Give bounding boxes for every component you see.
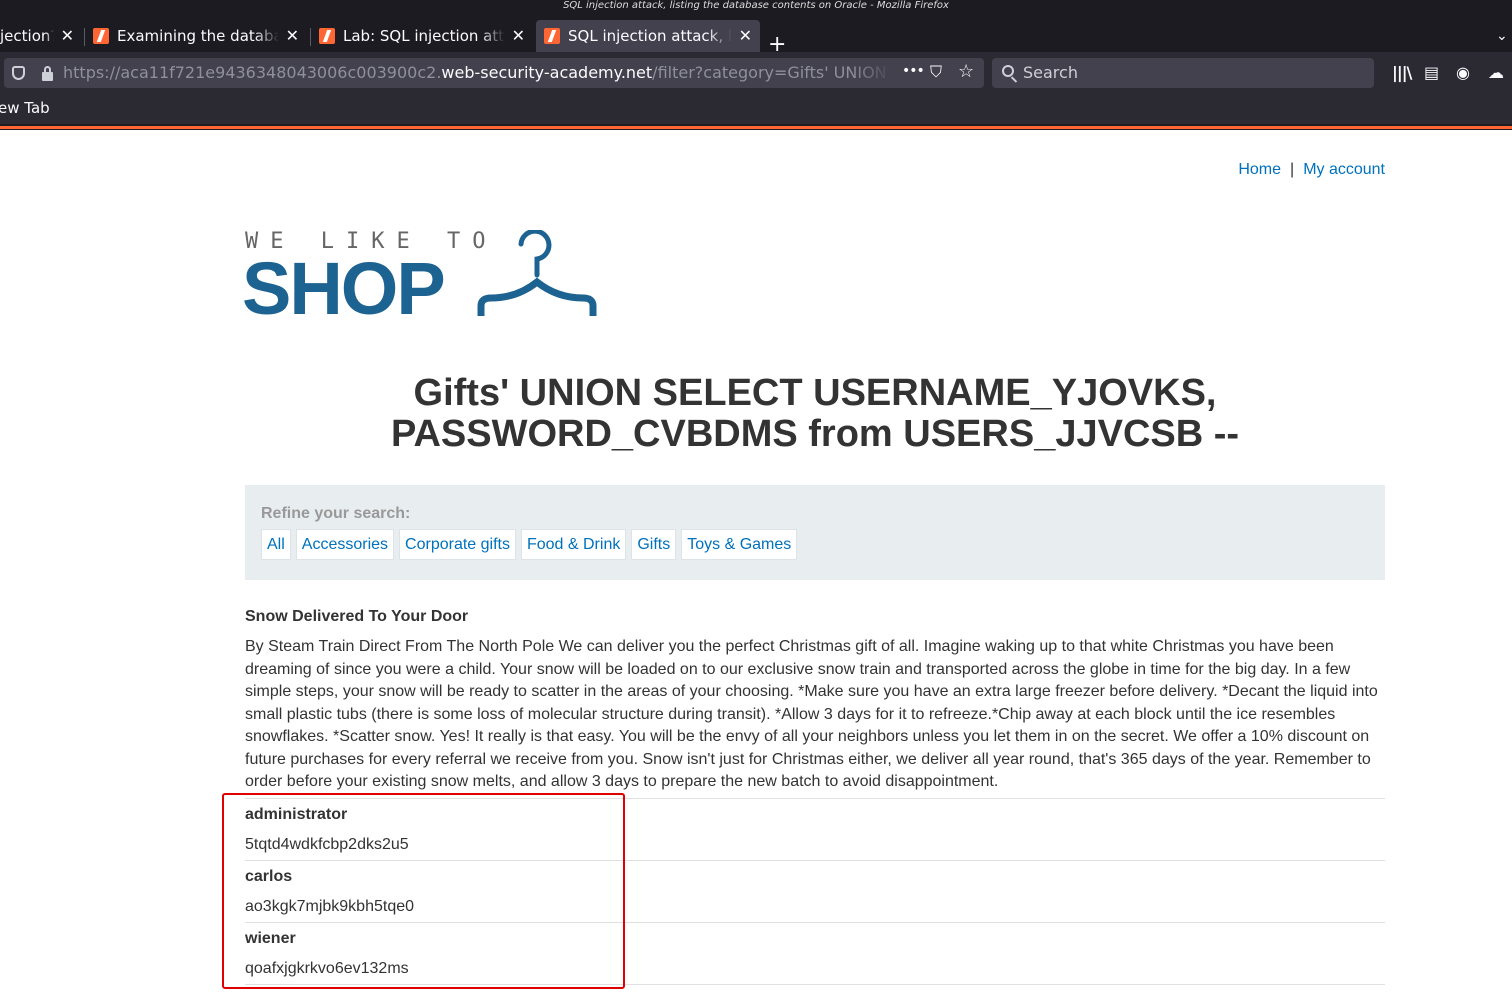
library-icon[interactable]: |||\ — [1392, 63, 1412, 83]
search-icon — [1002, 65, 1014, 77]
url-text[interactable]: https://aca11f721e9436348043006c003900c2… — [63, 58, 893, 88]
tab-label: Examining the databas — [117, 27, 279, 45]
bookmark-star-icon[interactable]: ☆ — [958, 62, 974, 82]
page-title: Gifts' UNION SELECT USERNAME_YJOVKS, PAS… — [390, 372, 1240, 455]
top-nav: Home | My account — [1238, 161, 1385, 179]
filter-toys-games[interactable]: Toys & Games — [681, 529, 798, 560]
pocket-icon[interactable]: ⛉ — [930, 62, 942, 82]
url-path: /filter?category=Gifts' UNION SELECT USE… — [652, 63, 893, 82]
url-bar[interactable]: https://aca11f721e9436348043006c003900c2… — [4, 58, 984, 88]
my-account-link[interactable]: My account — [1303, 161, 1385, 178]
tab-3-active[interactable]: SQL injection attack, lis ✕ — [536, 20, 760, 52]
tracking-shield-icon[interactable] — [12, 66, 25, 80]
window-title: SQL injection attack, listing the databa… — [0, 0, 1512, 14]
filter-gifts[interactable]: Gifts — [631, 529, 677, 560]
tab-label: Lab: SQL injection atta — [343, 27, 505, 45]
product-title: Snow Delivered To Your Door — [245, 608, 469, 625]
burp-favicon-icon — [93, 28, 109, 44]
page-actions-icon[interactable]: ••• — [902, 61, 925, 81]
burp-favicon-icon — [319, 28, 335, 44]
burp-favicon-icon — [544, 28, 560, 44]
tab-1[interactable]: Examining the databas ✕ — [85, 20, 307, 52]
logo-shop-text: SHOP — [242, 247, 446, 330]
tab-0[interactable]: jection? ✕ — [0, 20, 82, 52]
bookmark-new-tab[interactable]: ew Tab — [0, 94, 50, 122]
tab-strip: jection? ✕ Examining the databas ✕ Lab: … — [0, 14, 1512, 56]
tab-overflow-chevron-icon[interactable]: ⌄ — [1496, 26, 1508, 46]
product-row: Snow Delivered To Your Door By Steam Tra… — [245, 608, 1385, 798]
extension-icon[interactable]: ☁ — [1488, 63, 1504, 83]
product-description: By Steam Train Direct From The North Pol… — [245, 638, 1378, 790]
close-tab-icon[interactable]: ✕ — [739, 20, 752, 52]
highlight-annotation-box — [222, 793, 625, 989]
bookmarks-toolbar: ew Tab — [0, 94, 1512, 124]
tab-label: SQL injection attack, lis — [568, 27, 732, 45]
search-placeholder: Search — [1023, 63, 1078, 82]
close-tab-icon[interactable]: ✕ — [61, 20, 74, 52]
close-tab-icon[interactable]: ✕ — [286, 20, 299, 52]
tab-2[interactable]: Lab: SQL injection atta ✕ — [311, 20, 533, 52]
shop-logo[interactable]: WE LIKE TO SHOP — [242, 230, 605, 330]
filter-all[interactable]: All — [261, 529, 291, 560]
url-prefix: https://aca11f721e9436348043006c003900c2… — [63, 63, 442, 82]
nav-separator: | — [1290, 161, 1295, 178]
category-filters: All Accessories Corporate gifts Food & D… — [261, 529, 798, 560]
nav-bar: https://aca11f721e9436348043006c003900c2… — [0, 52, 1512, 94]
url-host: web-security-academy.net — [441, 63, 653, 82]
search-input[interactable]: Search — [992, 58, 1374, 88]
page-content: Home | My account WE LIKE TO SHOP Gifts' U… — [0, 130, 1512, 1004]
home-link[interactable]: Home — [1238, 161, 1281, 178]
filter-corporate-gifts[interactable]: Corporate gifts — [399, 529, 516, 560]
hanger-icon — [477, 230, 597, 316]
filter-food-drink[interactable]: Food & Drink — [520, 529, 627, 560]
account-icon[interactable]: ◉ — [1456, 63, 1470, 83]
filter-accessories[interactable]: Accessories — [295, 529, 395, 560]
lock-icon[interactable] — [42, 66, 53, 81]
sidebar-icon[interactable]: ▤ — [1424, 63, 1439, 83]
close-tab-icon[interactable]: ✕ — [512, 20, 525, 52]
tab-label: jection? — [0, 27, 54, 45]
filter-panel: Refine your search: All Accessories Corp… — [245, 485, 1385, 580]
refine-label: Refine your search: — [261, 505, 411, 522]
